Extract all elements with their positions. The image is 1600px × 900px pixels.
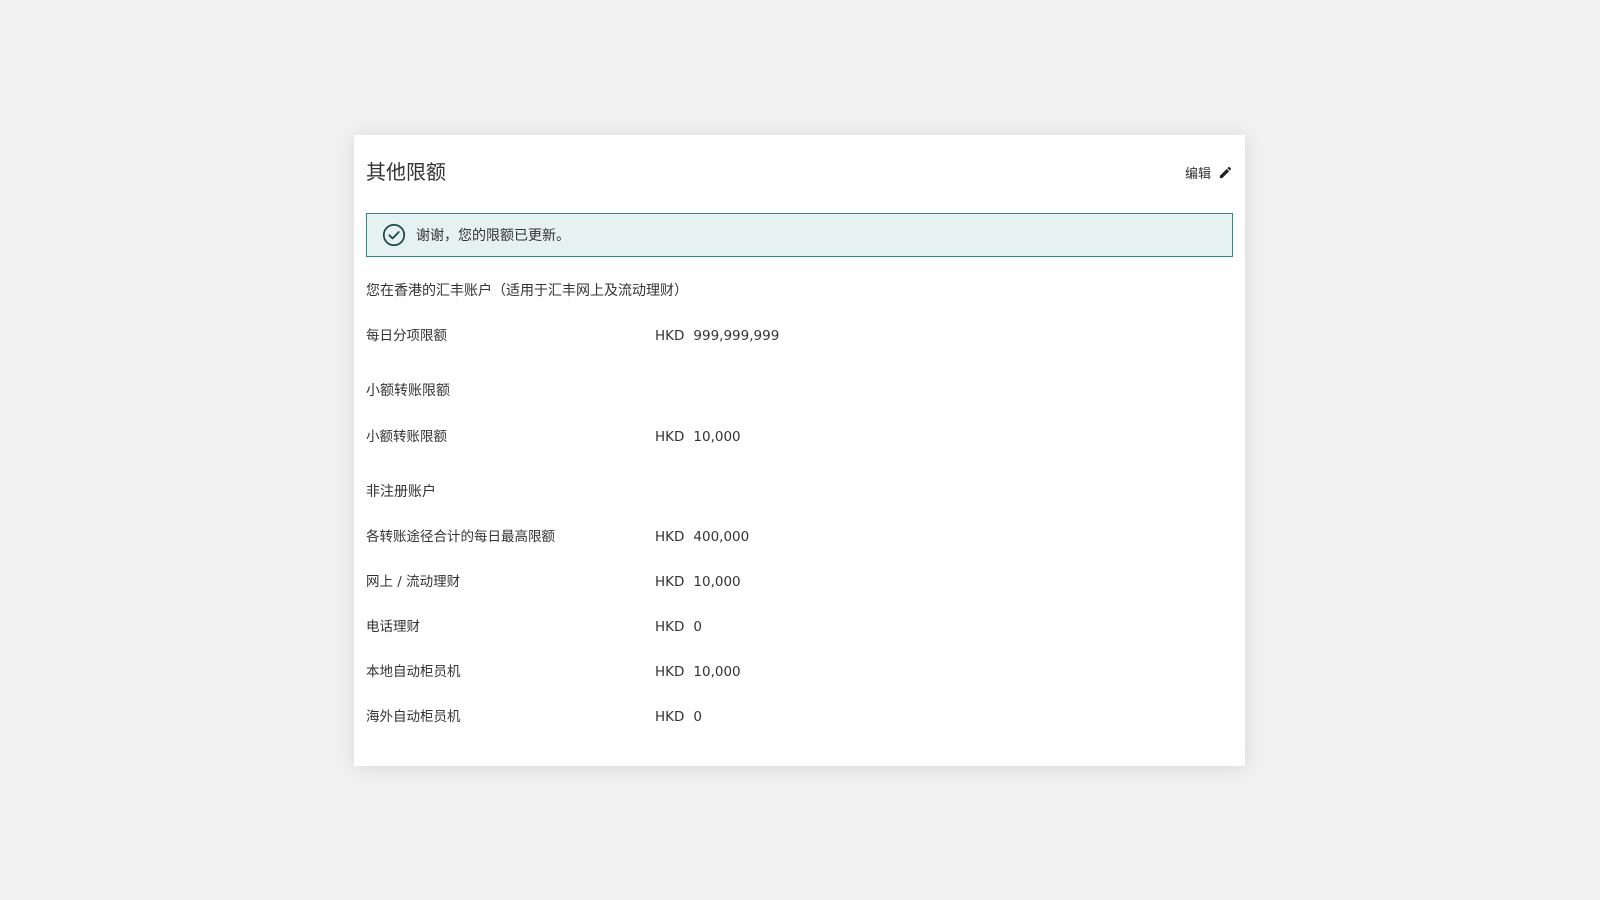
limit-row: 海外自动柜员机 HKD 0 (366, 707, 1233, 727)
limit-currency: HKD (655, 328, 685, 344)
check-circle-icon (382, 223, 406, 247)
limit-row: 每日分项限额 HKD 999,999,999 (366, 326, 1233, 346)
limit-value: HKD 10,000 (655, 662, 741, 682)
alert-message: 谢谢，您的限额已更新。 (416, 228, 570, 244)
card-header: 其他限额 编辑 (366, 157, 1233, 187)
limit-value: HKD 999,999,999 (655, 326, 779, 346)
limit-value: HKD 400,000 (655, 527, 749, 547)
limit-label: 网上 / 流动理财 (366, 574, 461, 590)
limit-row: 电话理财 HKD 0 (366, 617, 1233, 637)
limit-value: HKD 0 (655, 617, 702, 637)
limit-amount: 10,000 (693, 429, 741, 445)
limit-currency: HKD (655, 619, 685, 635)
edit-label: 编辑 (1184, 166, 1211, 182)
limit-label: 每日分项限额 (366, 328, 447, 344)
limit-label: 电话理财 (366, 619, 420, 635)
limit-amount: 400,000 (693, 529, 750, 545)
limit-currency: HKD (655, 664, 685, 680)
pencil-icon (1219, 166, 1232, 178)
section-heading-unregistered-accounts: 非注册账户 (366, 484, 436, 500)
limit-currency: HKD (655, 429, 685, 445)
limit-value: HKD 10,000 (655, 427, 741, 447)
edit-button[interactable]: 编辑 (1185, 161, 1233, 183)
limit-row: 小额转账限额 HKD 10,000 (366, 427, 1233, 447)
limit-label: 各转账途径合计的每日最高限额 (366, 529, 555, 545)
limit-value: HKD 0 (655, 707, 702, 727)
other-limits-card: 其他限额 编辑 谢谢，您的限额已更新。 您在香港的汇丰账户（适用于汇丰网上及流动… (354, 135, 1245, 766)
section-heading-small-transfer: 小额转账限额 (366, 383, 450, 399)
limit-row: 网上 / 流动理财 HKD 10,000 (366, 572, 1233, 592)
limit-label: 海外自动柜员机 (366, 709, 461, 725)
limit-currency: HKD (655, 529, 685, 545)
limit-amount: 0 (693, 709, 702, 725)
limit-row: 各转账途径合计的每日最高限额 HKD 400,000 (366, 527, 1233, 547)
section-heading-hk-accounts: 您在香港的汇丰账户（适用于汇丰网上及流动理财） (366, 283, 688, 299)
limit-amount: 999,999,999 (693, 328, 780, 344)
limit-amount: 0 (693, 619, 702, 635)
limit-value: HKD 10,000 (655, 572, 741, 592)
limit-currency: HKD (655, 709, 685, 725)
limit-label: 本地自动柜员机 (366, 664, 461, 680)
card-title: 其他限额 (366, 160, 446, 184)
limit-label: 小额转账限额 (366, 429, 447, 445)
limit-currency: HKD (655, 574, 685, 590)
limit-row: 本地自动柜员机 HKD 10,000 (366, 662, 1233, 682)
limit-amount: 10,000 (693, 664, 741, 680)
success-alert: 谢谢，您的限额已更新。 (366, 213, 1233, 257)
limit-amount: 10,000 (693, 574, 741, 590)
